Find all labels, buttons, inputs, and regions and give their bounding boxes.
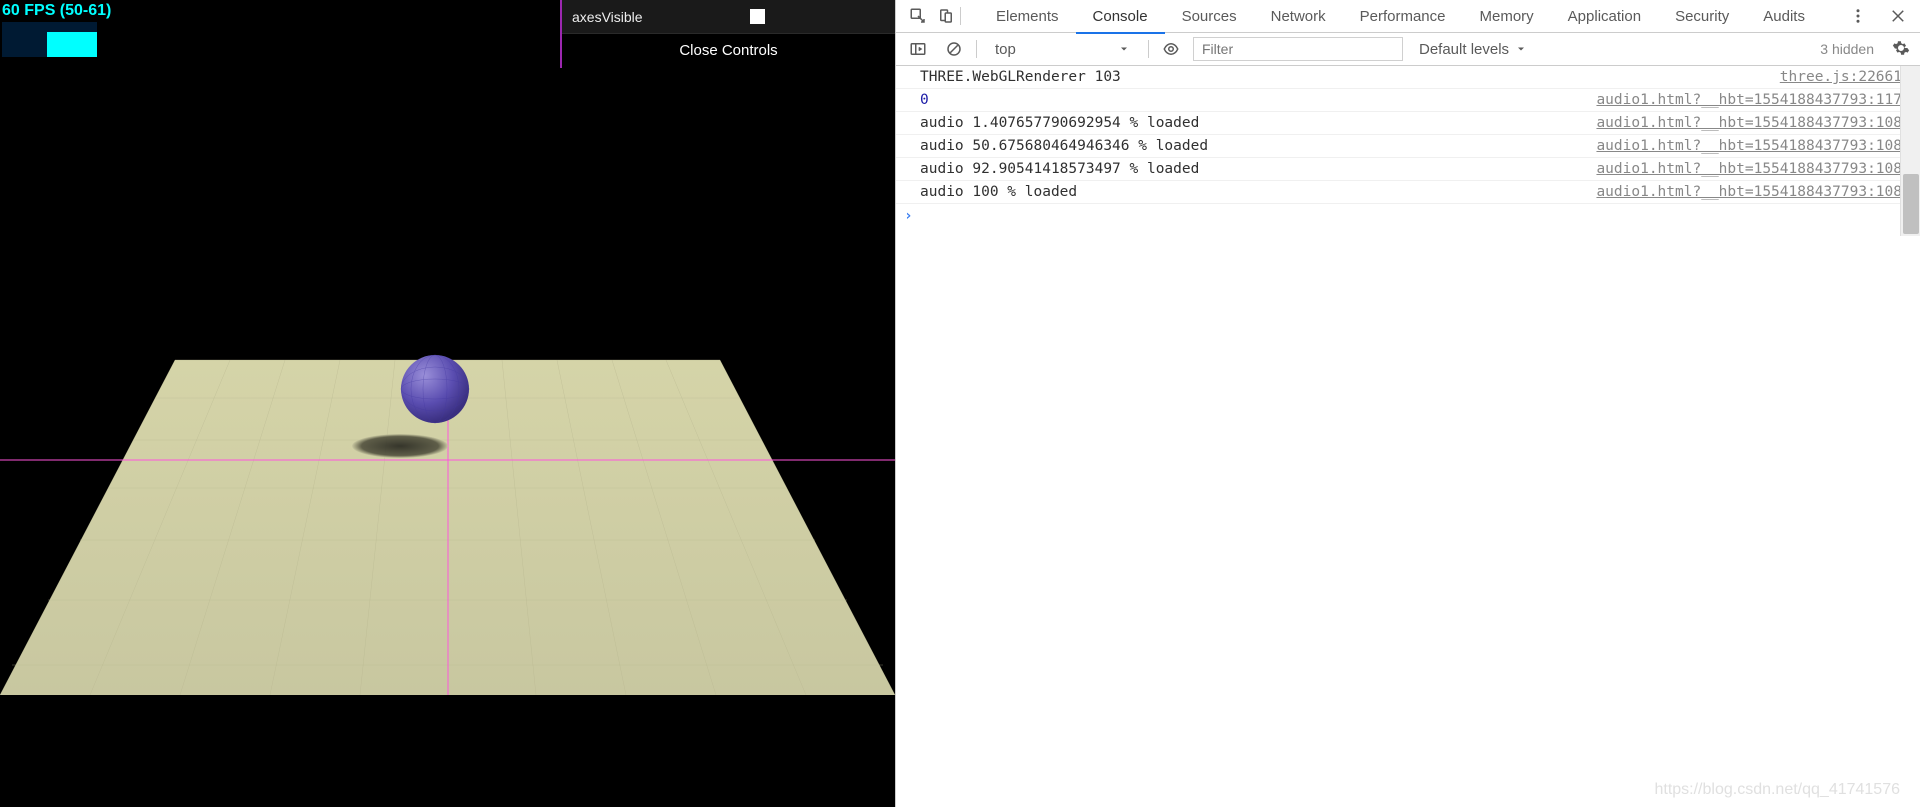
execution-context-select[interactable]: top [985,37,1140,61]
log-levels-select[interactable]: Default levels [1411,41,1535,58]
devtools-panel: Elements Console Sources Network Perform… [895,0,1920,807]
console-row: audio 50.675680464946346 % loaded audio1… [896,135,1920,158]
console-message-text: audio 1.407657790692954 % loaded [920,115,1596,131]
gui-label: axesVisible [572,9,690,25]
tab-security[interactable]: Security [1658,0,1746,33]
tab-audits[interactable]: Audits [1746,0,1822,33]
plane-svg [0,340,895,700]
chevron-down-icon [1515,43,1527,55]
console-source-link[interactable]: audio1.html?__hbt=1554188437793:117 [1596,92,1920,108]
toolbar-divider [1148,40,1149,58]
console-row: THREE.WebGLRenderer 103 three.js:22661 [896,66,1920,89]
gui-row-axesvisible[interactable]: axesVisible [562,0,895,34]
tab-performance[interactable]: Performance [1343,0,1463,33]
filter-input[interactable] [1193,37,1403,61]
tab-network[interactable]: Network [1254,0,1343,33]
levels-label: Default levels [1419,41,1509,58]
live-expression-icon[interactable] [1157,35,1185,63]
console-prompt[interactable]: › [896,204,1920,228]
console-messages[interactable]: THREE.WebGLRenderer 103 three.js:22661 0… [896,66,1920,807]
watermark: https://blog.csdn.net/qq_41741576 [1654,781,1900,799]
fps-graph [2,22,97,57]
chevron-down-icon [1118,43,1130,55]
console-source-link[interactable]: audio1.html?__hbt=1554188437793:108 [1596,161,1920,177]
tab-sources[interactable]: Sources [1165,0,1254,33]
console-message-text: audio 92.90541418573497 % loaded [920,161,1596,177]
fps-bar [47,32,97,57]
tab-memory[interactable]: Memory [1463,0,1551,33]
console-row: audio 100 % loaded audio1.html?__hbt=155… [896,181,1920,204]
prompt-arrow-icon: › [904,208,913,224]
console-message-text: audio 50.675680464946346 % loaded [920,138,1596,154]
toolbar-divider [960,7,961,25]
close-devtools-icon[interactable] [1884,2,1912,30]
tab-console[interactable]: Console [1076,0,1165,33]
sidebar-toggle-icon[interactable] [904,35,932,63]
console-row: 0 audio1.html?__hbt=1554188437793:117 [896,89,1920,112]
devtools-main-toolbar: Elements Console Sources Network Perform… [896,0,1920,33]
console-message-text: 0 [920,92,1596,108]
dat-gui-panel: axesVisible Close Controls [560,0,895,68]
console-source-link[interactable]: audio1.html?__hbt=1554188437793:108 [1596,184,1920,200]
hidden-count[interactable]: 3 hidden [1820,41,1874,57]
console-toolbar: top Default levels 3 hidden [896,33,1920,66]
device-toggle-icon[interactable] [932,2,960,30]
console-message-text: audio 100 % loaded [920,184,1596,200]
console-settings-icon[interactable] [1892,39,1912,59]
clear-console-icon[interactable] [940,35,968,63]
scrollbar[interactable] [1900,66,1920,236]
toolbar-divider [976,40,977,58]
scene-plane [0,340,895,700]
axesvisible-checkbox[interactable] [750,9,765,24]
close-controls-button[interactable]: Close Controls [562,34,895,68]
console-source-link[interactable]: audio1.html?__hbt=1554188437793:108 [1596,138,1920,154]
console-row: audio 1.407657790692954 % loaded audio1.… [896,112,1920,135]
console-source-link[interactable]: three.js:22661 [1780,69,1920,85]
tab-application[interactable]: Application [1551,0,1658,33]
tab-elements[interactable]: Elements [979,0,1076,33]
console-source-link[interactable]: audio1.html?__hbt=1554188437793:108 [1596,115,1920,131]
webgl-scene[interactable]: 60 FPS (50-61) axesVisible Close Control… [0,0,895,807]
devtools-tabs: Elements Console Sources Network Perform… [979,0,1822,33]
console-message-text: THREE.WebGLRenderer 103 [920,69,1780,85]
inspect-element-icon[interactable] [904,2,932,30]
console-row: audio 92.90541418573497 % loaded audio1.… [896,158,1920,181]
fps-counter: 60 FPS (50-61) [2,2,111,20]
scrollbar-thumb[interactable] [1903,174,1919,234]
context-value: top [995,41,1016,58]
more-icon[interactable] [1844,2,1872,30]
